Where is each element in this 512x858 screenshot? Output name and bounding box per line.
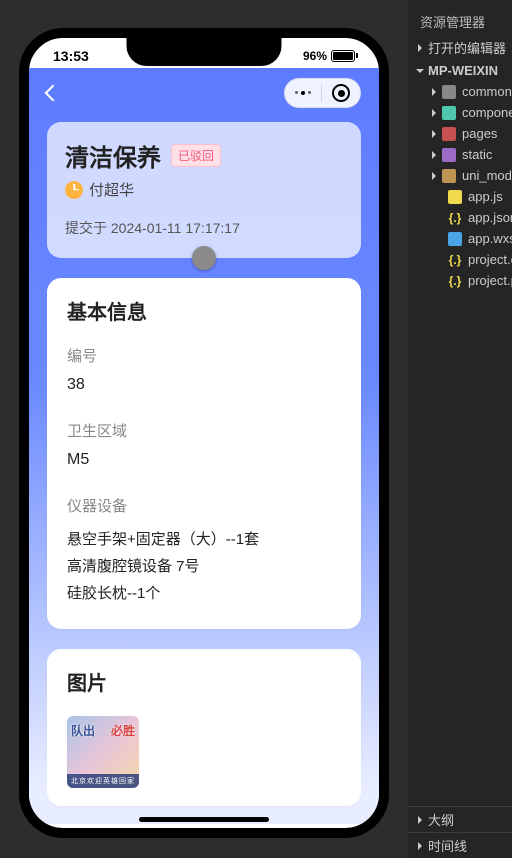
folder-icon <box>442 106 456 120</box>
status-badge: 已驳回 <box>171 144 221 167</box>
folder-components[interactable]: compone <box>408 102 512 123</box>
equipment-line-2: 高清腹腔镜设备 7号 <box>67 553 341 580</box>
battery-icon <box>331 50 355 62</box>
label-number: 编号 <box>67 345 341 366</box>
explorer-panel: 资源管理器 打开的编辑器 MP-WEIXIN common compone pa… <box>408 0 512 858</box>
file-app-js[interactable]: app.js <box>408 186 512 207</box>
home-indicator[interactable] <box>139 817 269 822</box>
js-icon <box>448 190 462 204</box>
image-thumbnail[interactable]: 队出 必胜 北京欢迎英雄回家 <box>67 716 139 788</box>
chevron-right-icon <box>432 130 436 138</box>
value-area: M5 <box>67 451 341 469</box>
timeline-section[interactable]: 时间线 <box>408 832 512 858</box>
submitter-name: 付超华 <box>89 179 134 200</box>
file-project-config[interactable]: project.c <box>408 249 512 270</box>
section-title-basic: 基本信息 <box>67 296 341 325</box>
chevron-right-icon <box>432 88 436 96</box>
file-project-private[interactable]: project.p <box>408 270 512 291</box>
file-app-wxss[interactable]: app.wxss <box>408 228 512 249</box>
chevron-right-icon <box>432 151 436 159</box>
drag-handle[interactable] <box>192 246 216 270</box>
clock-icon <box>65 181 83 199</box>
value-number: 38 <box>67 376 341 394</box>
section-title-image: 图片 <box>67 667 341 696</box>
folder-pages[interactable]: pages <box>408 123 512 144</box>
status-time: 13:53 <box>53 48 89 64</box>
json-icon <box>448 253 462 267</box>
folder-uni-modules[interactable]: uni_modu <box>408 165 512 186</box>
chevron-down-icon <box>416 69 424 73</box>
folder-static[interactable]: static <box>408 144 512 165</box>
folder-icon <box>442 85 456 99</box>
wxss-icon <box>448 232 462 246</box>
mini-program-capsule[interactable] <box>284 78 361 108</box>
outline-section[interactable]: 大纲 <box>408 806 512 832</box>
label-equipment: 仪器设备 <box>67 495 341 516</box>
json-icon <box>448 274 462 288</box>
back-icon[interactable] <box>45 85 62 102</box>
chevron-right-icon <box>432 172 436 180</box>
chevron-right-icon <box>418 44 422 52</box>
open-editors-section[interactable]: 打开的编辑器 <box>408 35 512 60</box>
label-area: 卫生区域 <box>67 420 341 441</box>
equipment-line-1: 悬空手架+固定器（大）--1套 <box>67 526 341 553</box>
simulator-frame: 13:53 96% 清洁保养 已驳回 <box>19 28 389 838</box>
file-app-json[interactable]: app.json <box>408 207 512 228</box>
explorer-title: 资源管理器 <box>408 8 512 35</box>
chevron-right-icon <box>418 816 422 824</box>
more-icon[interactable] <box>295 91 311 95</box>
chevron-right-icon <box>432 109 436 117</box>
device-notch <box>127 36 282 66</box>
folder-icon <box>442 148 456 162</box>
header-card: 清洁保养 已驳回 付超华 提交于 2024-01-11 17:17:17 <box>47 122 361 258</box>
json-icon <box>448 211 462 225</box>
page-title: 清洁保养 <box>65 138 161 173</box>
close-icon[interactable] <box>332 84 350 102</box>
submit-time: 提交于 2024-01-11 17:17:17 <box>65 218 343 238</box>
battery-percent: 96% <box>303 49 327 63</box>
image-card: 图片 队出 必胜 北京欢迎英雄回家 <box>47 649 361 806</box>
chevron-right-icon <box>418 842 422 850</box>
project-root[interactable]: MP-WEIXIN <box>408 60 512 81</box>
folder-common[interactable]: common <box>408 81 512 102</box>
basic-info-card: 基本信息 编号 38 卫生区域 M5 仪器设备 悬空手架+固定器（大）--1套 … <box>47 278 361 629</box>
equipment-line-3: 硅胶长枕--1个 <box>67 580 341 607</box>
folder-icon <box>442 169 456 183</box>
folder-icon <box>442 127 456 141</box>
